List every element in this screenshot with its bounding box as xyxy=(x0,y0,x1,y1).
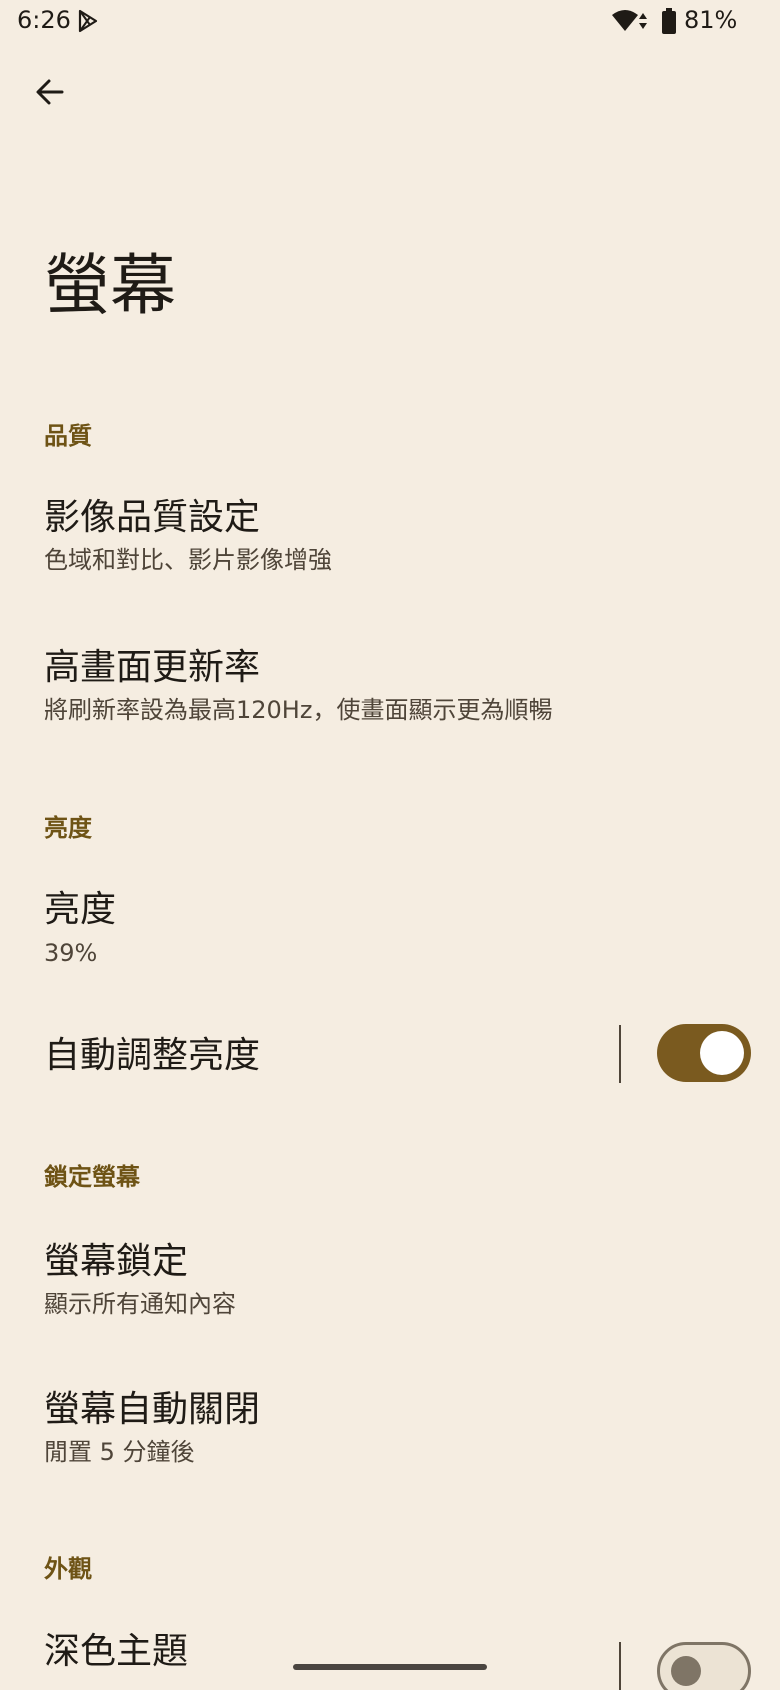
switch-divider xyxy=(619,1025,621,1083)
setting-screen-timeout[interactable]: 螢幕自動關閉 閒置 5 分鐘後 xyxy=(0,1372,780,1508)
setting-title: 螢幕鎖定 xyxy=(44,1241,189,1282)
setting-title: 亮度 xyxy=(44,889,117,930)
setting-title: 影像品質設定 xyxy=(44,497,261,538)
battery-percentage: 81% xyxy=(684,6,738,34)
setting-title: 高畫面更新率 xyxy=(44,647,261,688)
setting-summary: 將刷新率設為最高120Hz，使畫面顯示更為順暢 xyxy=(44,696,553,724)
setting-summary: 39% xyxy=(44,939,98,967)
status-bar: 6:26 81% xyxy=(0,0,780,44)
gesture-navigation-bar[interactable] xyxy=(293,1664,487,1670)
section-header-brightness: 亮度 xyxy=(44,814,92,842)
back-button[interactable] xyxy=(26,70,74,118)
switch-thumb xyxy=(700,1031,744,1075)
wifi-icon xyxy=(610,9,650,33)
arrow-left-icon xyxy=(34,76,66,112)
setting-auto-brightness[interactable]: 自動調整亮度 xyxy=(0,1010,780,1100)
section-header-appearance: 外觀 xyxy=(44,1555,92,1583)
setting-dark-theme[interactable]: 深色主題 xyxy=(0,1630,780,1690)
setting-brightness-level[interactable]: 亮度 39% xyxy=(0,872,780,1008)
setting-screen-lock[interactable]: 螢幕鎖定 顯示所有通知內容 xyxy=(0,1224,780,1360)
setting-summary: 顯示所有通知內容 xyxy=(44,1290,236,1318)
setting-title: 螢幕自動關閉 xyxy=(44,1389,261,1430)
setting-summary: 閒置 5 分鐘後 xyxy=(44,1438,195,1466)
battery-icon xyxy=(662,8,676,34)
auto-brightness-toggle[interactable] xyxy=(657,1024,751,1082)
switch-thumb xyxy=(671,1656,701,1686)
page-title: 螢幕 xyxy=(44,247,176,324)
setting-title: 深色主題 xyxy=(44,1631,189,1672)
play-store-icon xyxy=(76,9,100,33)
status-time: 6:26 xyxy=(17,6,71,34)
switch-divider xyxy=(619,1642,621,1690)
setting-summary: 色域和對比、影片影像增強 xyxy=(44,546,332,574)
section-header-lock-screen: 鎖定螢幕 xyxy=(44,1163,140,1191)
setting-refresh-rate[interactable]: 高畫面更新率 將刷新率設為最高120Hz，使畫面顯示更為順暢 xyxy=(0,630,780,766)
section-header-quality: 品質 xyxy=(44,422,92,450)
setting-title: 自動調整亮度 xyxy=(44,1035,261,1076)
dark-theme-toggle[interactable] xyxy=(657,1642,751,1690)
setting-image-quality[interactable]: 影像品質設定 色域和對比、影片影像增強 xyxy=(0,480,780,616)
